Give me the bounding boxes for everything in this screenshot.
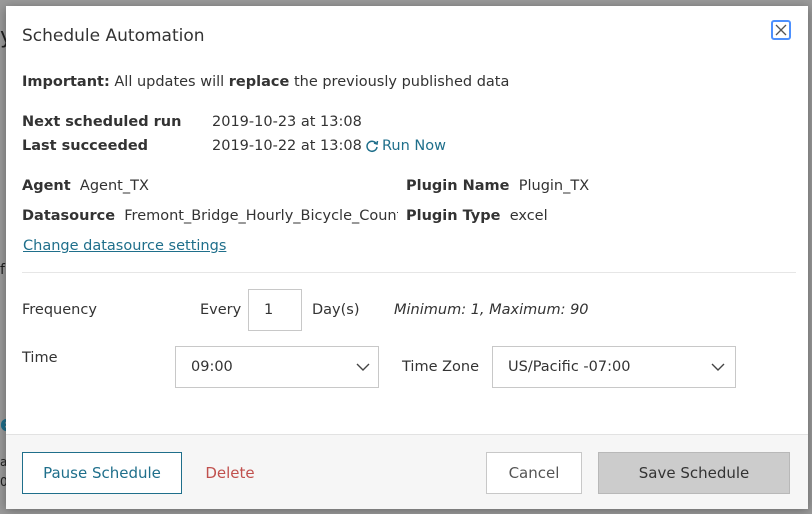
- important-label: Important:: [22, 74, 110, 90]
- important-text: the previously published data: [289, 74, 510, 90]
- dialog-footer: Pause Schedule Delete Cancel Save Schedu…: [6, 434, 808, 509]
- last-succeeded-value: 2019-10-22 at 13:08: [212, 138, 362, 154]
- pause-schedule-button[interactable]: Pause Schedule: [22, 452, 182, 494]
- save-schedule-button[interactable]: Save Schedule: [598, 452, 790, 494]
- plugin-name-label: Plugin Name: [406, 178, 510, 194]
- chevron-down-icon: [356, 363, 370, 371]
- refresh-icon: [364, 138, 380, 154]
- agent-value: Agent_TX: [79, 178, 149, 194]
- cancel-button[interactable]: Cancel: [486, 452, 582, 494]
- frequency-hint: Minimum: 1, Maximum: 90: [394, 302, 589, 318]
- delete-button[interactable]: Delete: [192, 452, 268, 494]
- plugin-type-label: Plugin Type: [406, 208, 501, 224]
- run-now-link[interactable]: Run Now: [364, 138, 446, 154]
- datasource-field: Datasource Fremont_Bridge_Hourly_Bicycle…: [22, 208, 398, 224]
- time-label: Time: [22, 350, 58, 366]
- frequency-input[interactable]: 1: [248, 289, 302, 331]
- plugin-name-field: Plugin Name Plugin_TX: [406, 178, 589, 194]
- next-run-label: Next scheduled run: [22, 114, 182, 130]
- time-select[interactable]: 09:00: [175, 346, 379, 388]
- agent-label: Agent: [22, 178, 71, 194]
- important-text: All updates will: [109, 74, 229, 90]
- frequency-label: Frequency: [22, 302, 97, 318]
- plugin-type-field: Plugin Type excel: [406, 208, 548, 224]
- bg-text-fragment: f: [0, 262, 5, 278]
- next-run-value: 2019-10-23 at 13:08: [212, 114, 362, 130]
- plugin-type-value: excel: [509, 208, 548, 224]
- important-emphasis: replace: [228, 74, 290, 90]
- timezone-label: Time Zone: [402, 359, 480, 375]
- datasource-value: Fremont_Bridge_Hourly_Bicycle_Count…: [124, 208, 398, 224]
- change-datasource-link[interactable]: Change datasource settings: [23, 238, 226, 254]
- chevron-down-icon: [711, 363, 725, 371]
- timezone-select-value: US/Pacific -07:00: [508, 359, 631, 375]
- datasource-label: Datasource: [22, 208, 116, 224]
- schedule-automation-dialog: Schedule Automation Important: All updat…: [6, 6, 808, 509]
- section-divider: [22, 272, 796, 273]
- dialog-title: Schedule Automation: [22, 26, 205, 46]
- agent-field: Agent Agent_TX: [22, 178, 149, 194]
- close-icon: [775, 24, 787, 36]
- last-succeeded-label: Last succeeded: [22, 138, 149, 154]
- run-now-label: Run Now: [382, 138, 446, 154]
- time-select-value: 09:00: [191, 359, 233, 375]
- plugin-name-value: Plugin_TX: [518, 178, 590, 194]
- close-button[interactable]: [771, 20, 791, 40]
- timezone-select[interactable]: US/Pacific -07:00: [492, 346, 736, 388]
- every-label: Every: [200, 302, 242, 318]
- important-notice: Important: All updates will replace the …: [22, 74, 509, 90]
- frequency-unit-label: Day(s): [312, 302, 360, 318]
